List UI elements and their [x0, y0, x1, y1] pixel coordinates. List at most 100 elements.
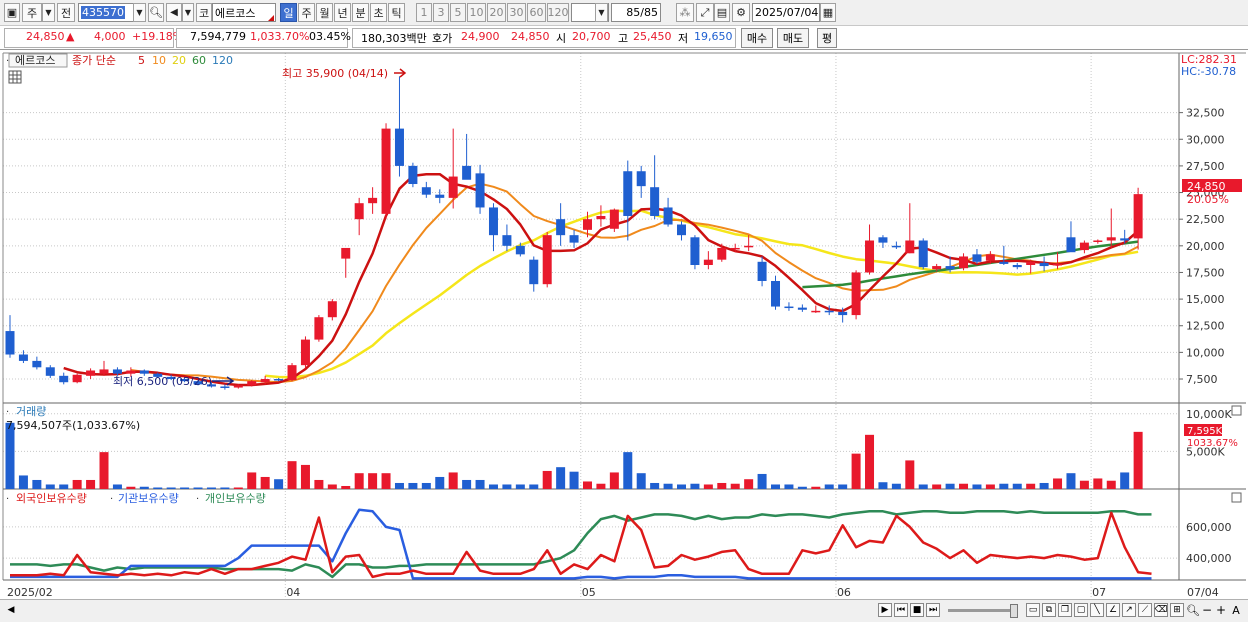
link-icon[interactable]: ⁂ [676, 3, 694, 22]
candle-down [435, 194, 445, 198]
window-menu-icon[interactable]: ▣ [4, 3, 20, 22]
copy-icon[interactable]: ❐ [1058, 603, 1072, 617]
market-button[interactable]: 코 [196, 3, 212, 22]
date-field[interactable]: 2025/07/04 [752, 3, 820, 22]
count-field[interactable]: 85/85 [611, 3, 661, 22]
window-icon[interactable]: ▢ [1074, 603, 1088, 617]
legend-stock-name: 에르코스 [15, 54, 55, 67]
sell-button[interactable]: 매도 [777, 28, 809, 48]
interval-button-60[interactable]: 60 [527, 3, 546, 22]
sound-dropdown-icon[interactable]: ▼ [182, 3, 194, 22]
candle-down [274, 379, 284, 381]
sound-icon[interactable]: ◀ [166, 3, 182, 22]
calendar-icon[interactable]: ▦ [820, 3, 836, 22]
candle-up [717, 247, 727, 260]
interval-button-3[interactable]: 3 [433, 3, 449, 22]
stock-name-field[interactable]: 에르코스 [212, 3, 276, 22]
last-page-icon[interactable]: ⏭ [926, 603, 940, 617]
candle-down [636, 171, 646, 187]
eval-button[interactable]: 평 [817, 28, 837, 48]
volume-bar [744, 479, 754, 489]
candle-up [448, 176, 458, 198]
volume-bar [824, 484, 834, 489]
zoom-slider[interactable] [948, 609, 1018, 612]
price-tick-label: 17,500 [1186, 266, 1225, 279]
volume-bar [394, 482, 404, 489]
bottom-toolbar: ◀ ▶ ⏮ ■ ⏭ ▭ ⧉ ❐ ▢ ╲ ∠ ↗ ⟋ ⌫ ⊞ 🔍︎ − + A [0, 599, 1248, 622]
candle-down [690, 237, 700, 265]
erase-tool-icon[interactable]: ⌫ [1154, 603, 1168, 617]
candle-down [59, 375, 69, 383]
period-select[interactable]: 주 [22, 3, 42, 22]
interval-button-30[interactable]: 30 [507, 3, 526, 22]
volume-bar [891, 483, 901, 489]
zoom-out-icon[interactable]: − [1200, 603, 1214, 617]
gear-icon[interactable]: ⚙ [732, 3, 750, 22]
volume-legend-bullet: · [6, 407, 9, 418]
volume-bar [475, 479, 485, 489]
fibo-tool-icon[interactable]: ⟋ [1138, 603, 1152, 617]
interval-dropdown-icon[interactable]: ▼ [595, 3, 608, 22]
volume-panel-close-icon[interactable] [1231, 405, 1242, 416]
angle-tool-icon[interactable]: ∠ [1106, 603, 1120, 617]
timeframe-button-2[interactable]: 월 [316, 3, 333, 22]
candle-down [462, 165, 472, 180]
candle-down [515, 245, 525, 255]
eval-label: 평 [821, 32, 833, 45]
code-input[interactable]: 435570 [78, 3, 134, 22]
interval-button-120[interactable]: 120 [547, 3, 569, 22]
zoom-in-icon[interactable]: + [1214, 603, 1228, 617]
search-icon[interactable]: 🔍︎ [148, 3, 164, 22]
interval-button-5[interactable]: 5 [450, 3, 466, 22]
candle-down [623, 171, 633, 216]
prev-button[interactable]: 전 [57, 3, 75, 22]
volume-bar [354, 473, 364, 489]
volume-tick-label: 10,000K [1186, 408, 1232, 421]
multi-panel-icon[interactable]: ⧉ [1042, 603, 1056, 617]
candle-up [703, 259, 713, 265]
price-tick-label: 20,000 [1186, 240, 1225, 253]
auto-scale-icon[interactable]: A [1229, 603, 1243, 617]
ask-price: 24,850 [511, 30, 550, 43]
timeframe-button-4[interactable]: 분 [352, 3, 369, 22]
turnover: 03.45% [309, 30, 351, 43]
trend-tool-icon[interactable]: ↗ [1122, 603, 1136, 617]
timeframe-button-1[interactable]: 주 [298, 3, 315, 22]
panel-layout-icon[interactable]: ▭ [1026, 603, 1040, 617]
chart-background [0, 50, 1248, 599]
buy-button[interactable]: 매수 [741, 28, 773, 48]
timeframe-button-0[interactable]: 일 [280, 3, 297, 22]
holding-panel-close-icon[interactable] [1231, 492, 1242, 503]
scroll-left-icon[interactable]: ◀ [4, 603, 18, 617]
period-dropdown-icon[interactable]: ▼ [42, 3, 55, 22]
volume-bar [139, 486, 149, 489]
timeframe-button-3[interactable]: 년 [334, 3, 351, 22]
save-icon[interactable]: ▤ [714, 3, 730, 22]
interval-button-1[interactable]: 1 [416, 3, 432, 22]
zoom-slider-handle[interactable] [1010, 604, 1018, 618]
volume-bar [341, 485, 351, 489]
settings-tool-icon[interactable]: ⊞ [1170, 603, 1184, 617]
code-dropdown-icon[interactable]: ▼ [133, 3, 146, 22]
candle-up [985, 254, 995, 261]
volume-bar [421, 482, 431, 489]
stock-chart[interactable]: 32,50030,00027,50025,00022,50020,00017,5… [0, 50, 1248, 599]
volume-bar [287, 461, 297, 489]
price-tick-label: 27,500 [1186, 160, 1225, 173]
scroll-right-icon[interactable]: ▶ [878, 603, 892, 617]
legend-ma60: 60 [192, 54, 206, 67]
interval-button-20[interactable]: 20 [487, 3, 506, 22]
volume-bar [878, 482, 888, 489]
interval-button-10[interactable]: 10 [467, 3, 486, 22]
timeframe-button-6[interactable]: 틱 [388, 3, 405, 22]
timeframe-button-5[interactable]: 초 [370, 3, 387, 22]
volume-bar [448, 472, 458, 489]
table-icon[interactable] [8, 70, 22, 84]
stop-icon[interactable]: ■ [910, 603, 924, 617]
crosshair-icon[interactable]: ⤢ [696, 3, 714, 22]
line-tool-icon[interactable]: ╲ [1090, 603, 1104, 617]
first-page-icon[interactable]: ⏮ [894, 603, 908, 617]
zoom-search-icon[interactable]: 🔍︎ [1186, 603, 1200, 617]
volume-bar [784, 484, 794, 489]
legend-individual: 개인보유수량 [205, 492, 266, 505]
